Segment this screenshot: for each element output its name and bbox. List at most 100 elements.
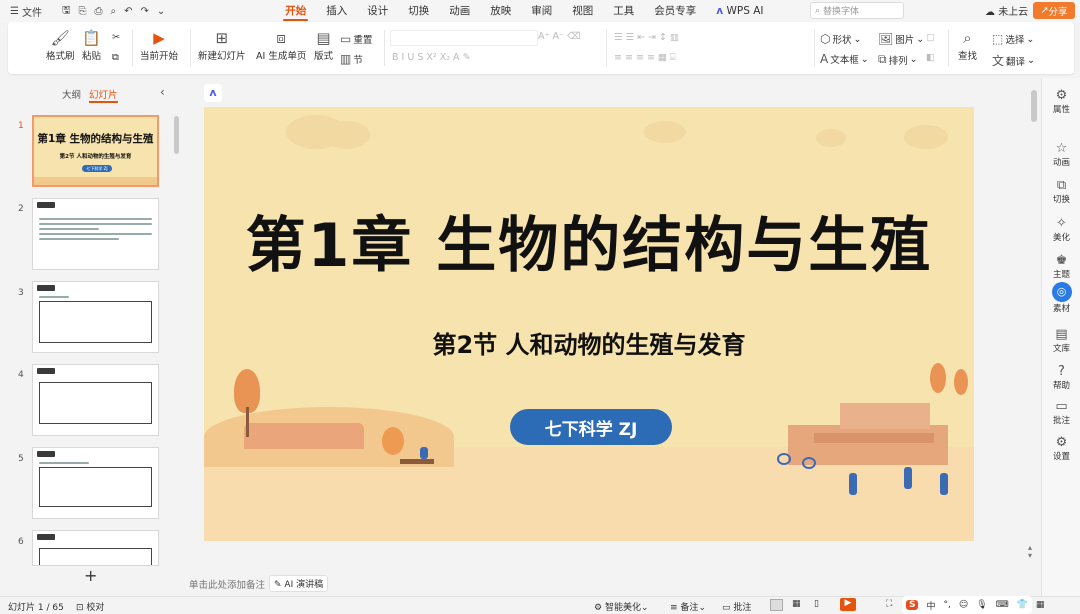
ai-speech-button[interactable]: ✎ AI 演讲稿 (269, 575, 329, 592)
font-family-select[interactable] (390, 30, 538, 46)
font-size-buttons[interactable]: A⁺ A⁻ ⌫ (538, 31, 581, 42)
slide-thumbnail-4[interactable] (32, 364, 159, 436)
thumb-table (39, 467, 152, 507)
notes-bar[interactable]: 单击此处添加备注 ✎ AI 演讲稿 (185, 574, 1035, 594)
cut-icon[interactable]: ✂ (112, 32, 120, 43)
section-icon: ▥ (340, 52, 352, 66)
notes-toggle-button[interactable]: ≡ 备注⌄ (670, 600, 706, 613)
comments-toggle-button[interactable]: ▭ 批注 (722, 600, 751, 613)
slideshow-play-icon[interactable]: ▶ (840, 598, 856, 611)
beautify-button[interactable]: ✧ 美化 (1042, 216, 1080, 243)
tab-transition[interactable]: 切换 (398, 0, 439, 22)
comment-button[interactable]: ▭ 批注 (1042, 399, 1080, 426)
cloud-icon: ☁ (985, 7, 995, 18)
slide-thumbnail-5[interactable] (32, 447, 159, 519)
scroll-arrows[interactable]: ▴ ▾ (1028, 544, 1032, 560)
tab-slideshow[interactable]: 放映 (480, 0, 521, 22)
fill-button[interactable]: ◧ (926, 52, 935, 63)
tab-design[interactable]: 设计 (357, 0, 398, 22)
proofread-button[interactable]: ⊡ 校对 (76, 600, 104, 613)
slide-title[interactable]: 第1章 生物的结构与生殖 (204, 197, 974, 284)
search-input[interactable]: ⌕ 替换字体 (810, 2, 904, 19)
cloud-status[interactable]: ☁ 未上云 (985, 3, 1028, 18)
add-slide-button[interactable]: + (84, 566, 97, 585)
undo-icon[interactable]: ↶ (120, 6, 136, 17)
slide-scrollbar[interactable] (1031, 90, 1037, 122)
tab-tools[interactable]: 工具 (603, 0, 644, 22)
slide-thumbnail-6[interactable] (32, 530, 159, 566)
slide-number: 1 (18, 121, 24, 131)
slide-thumbnail-3[interactable] (32, 281, 159, 353)
person-decoration (849, 473, 857, 495)
translate-button[interactable]: 文翻译 ⌄ (992, 52, 1035, 69)
chevron-down-icon: ⌄ (1027, 55, 1035, 66)
normal-view-icon[interactable] (770, 599, 783, 611)
slide-canvas[interactable]: 第1章 生物的结构与生殖 第2节 人和动物的生殖与发育 七下科学 ZJ (204, 107, 974, 541)
slide-thumbnail-1[interactable]: 第1章 生物的结构与生殖 第2节 人和动物的生殖与发育 七下科学 ZJ (32, 115, 159, 187)
outline-button[interactable]: ▢ (926, 32, 935, 43)
preview-icon[interactable]: ⌕ (107, 6, 121, 17)
layout-button[interactable]: ▤ 版式 (314, 28, 333, 62)
picture-button[interactable]: 🖼 图片 ⌄ (878, 32, 924, 46)
section-button[interactable]: ▥ 节 (340, 52, 363, 66)
select-button[interactable]: ⬚ 选择 ⌄ (992, 32, 1034, 46)
arrange-button[interactable]: ⧉ 排列 ⌄ (878, 52, 918, 67)
ime-toolbar[interactable]: S 中 °, ☺ 🎙 ⌨ 👕 ▦ (902, 596, 1044, 614)
format-painter-button[interactable]: 🖌 格式刷 (46, 28, 75, 62)
slide-subtitle[interactable]: 第2节 人和动物的生殖与发育 (204, 325, 974, 360)
smart-beautify-button[interactable]: ⚙ 智能美化⌄ (594, 600, 649, 613)
settings-button[interactable]: ⚙ 设置 (1042, 435, 1080, 462)
slide-thumbnail-2[interactable] (32, 198, 159, 270)
align-buttons[interactable]: ≡ ≡ ≡ ≡ ▦ ⌸ (614, 52, 676, 63)
tab-outline[interactable]: 大纲 (62, 87, 81, 101)
tab-wps-ai[interactable]: ᴧ WPS AI (706, 0, 773, 22)
textbox-button[interactable]: A 文本框 ⌄ (820, 52, 869, 66)
tab-review[interactable]: 审阅 (521, 0, 562, 22)
copy-icon[interactable]: ⧉ (112, 52, 119, 63)
paste-button[interactable]: 📋 粘贴 (82, 28, 101, 62)
collapse-panel-icon[interactable]: ‹ (160, 85, 165, 99)
animation-button[interactable]: ☆ 动画 (1042, 141, 1080, 168)
divider (132, 30, 133, 66)
text-format-buttons[interactable]: B I U S X² X₂ A ✎ (392, 52, 471, 63)
export-icon[interactable]: ⎘ (75, 6, 91, 17)
transition-button[interactable]: ⧉ 切换 (1042, 178, 1080, 205)
slide-badge[interactable]: 七下科学 ZJ (510, 409, 672, 445)
thumb-title: 第1章 生物的结构与生殖 (37, 133, 154, 145)
save-icon[interactable]: 🖫 (58, 3, 75, 20)
ai-single-page-button[interactable]: ⧈ AI 生成单页 (256, 28, 306, 62)
notes-placeholder[interactable]: 单击此处添加备注 (189, 577, 265, 591)
building-decoration (840, 403, 930, 429)
find-button[interactable]: ⌕ 查找 (958, 28, 977, 62)
reading-view-icon[interactable]: ▯ (814, 599, 819, 609)
file-menu[interactable]: ☰ 文件 (6, 4, 46, 19)
help-button[interactable]: ? 帮助 (1042, 364, 1080, 391)
tab-home[interactable]: 开始 (275, 0, 316, 22)
more-icon[interactable]: ⌄ (153, 6, 169, 17)
tab-member[interactable]: 会员专享 (644, 0, 706, 22)
ime-logo-icon: S (906, 600, 919, 610)
paragraph-buttons[interactable]: ☰ ☰ ⇤ ⇥ ↕ ▥ (614, 32, 679, 43)
theme-button[interactable]: ♚ 主题 (1042, 253, 1080, 280)
print-icon[interactable]: ⎙ (91, 6, 107, 17)
person-decoration (420, 447, 428, 459)
redo-icon[interactable]: ↷ (137, 6, 153, 17)
new-slide-button[interactable]: ⊞ 新建幻灯片 (198, 28, 246, 62)
tab-view[interactable]: 视图 (562, 0, 603, 22)
material-button[interactable]: ◎ 素材 (1042, 282, 1080, 314)
start-current-button[interactable]: ▶ 当前开始 (140, 28, 178, 62)
tab-slides[interactable]: 幻灯片 (89, 87, 118, 103)
panel-scrollbar[interactable] (174, 116, 179, 154)
library-button[interactable]: ▤ 文库 (1042, 327, 1080, 354)
thumb-header (37, 368, 55, 374)
layout-icon: ▤ (316, 29, 331, 47)
share-button[interactable]: ↗ 分享 (1033, 2, 1075, 19)
property-button[interactable]: ⚙ 属性 (1042, 88, 1080, 115)
shape-button[interactable]: ⬡ 形状 ⌄ (820, 32, 861, 46)
tab-animation[interactable]: 动画 (439, 0, 480, 22)
ai-assistant-icon[interactable]: ᴧ (204, 84, 222, 102)
tab-insert[interactable]: 插入 (316, 0, 357, 22)
slide-sorter-icon[interactable]: ▦ (792, 599, 801, 609)
fit-window-icon[interactable]: ⛶ (886, 599, 892, 609)
reset-button[interactable]: ▭ 重置 (340, 32, 372, 46)
